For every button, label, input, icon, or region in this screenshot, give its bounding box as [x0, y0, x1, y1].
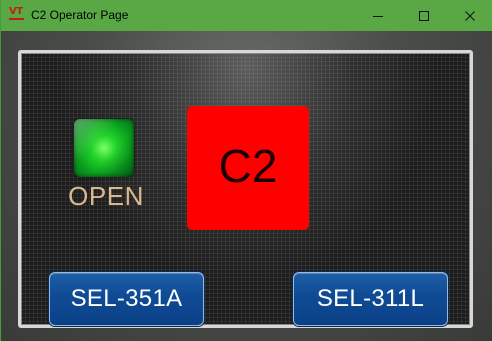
maximize-icon	[419, 10, 429, 21]
client-area: OPEN C2 SEL-351A SEL-311L	[2, 31, 492, 341]
breaker-status-indicator[interactable]	[74, 119, 134, 177]
unit-c2-box[interactable]: C2	[187, 106, 309, 230]
maximize-button[interactable]	[401, 0, 447, 31]
window-title: C2 Operator Page	[31, 8, 129, 22]
close-button[interactable]	[447, 0, 492, 31]
operator-panel: OPEN C2 SEL-351A SEL-311L	[18, 50, 473, 328]
minimize-button[interactable]	[355, 0, 401, 31]
title-bar[interactable]: VT C2 Operator Page	[1, 0, 492, 31]
close-icon	[465, 10, 475, 21]
breaker-status-label: OPEN	[68, 181, 144, 211]
sel-311l-button[interactable]: SEL-311L	[293, 272, 448, 326]
unit-label: C2	[218, 140, 278, 192]
sel-351a-button[interactable]: SEL-351A	[49, 272, 204, 326]
app-window: VT C2 Operator Page OPEN C2 SEL-351A SEL…	[0, 0, 492, 341]
minimize-icon	[373, 15, 383, 17]
sel-311l-label: SEL-311L	[316, 285, 425, 312]
sel-351a-label: SEL-351A	[70, 285, 183, 312]
vt-logo-icon: VT	[9, 7, 25, 21]
